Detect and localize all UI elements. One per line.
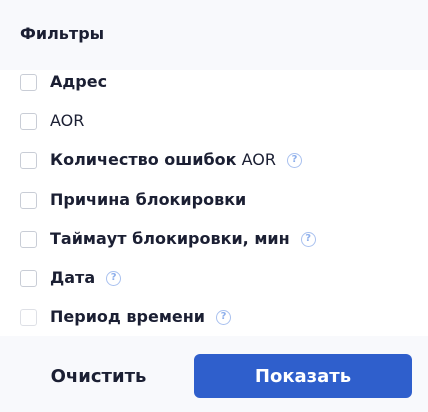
filter-row-time-period[interactable]: Период времени ? [0,305,428,329]
filter-row-aor[interactable]: AOR [0,109,428,133]
filter-row-block-reason[interactable]: Причина блокировки [0,188,428,212]
checkbox[interactable] [20,230,37,248]
checkbox[interactable] [20,151,37,169]
filter-label: AOR [50,111,84,131]
filter-label-bold: Дата [50,268,96,287]
help-icon[interactable]: ? [106,270,122,286]
filter-label: Таймаут блокировки, мин ? [50,229,316,249]
filter-row-address[interactable]: Адрес [0,70,428,94]
filter-label: Дата ? [50,268,122,288]
help-icon[interactable]: ? [300,231,316,247]
show-button[interactable]: Показать [194,354,412,398]
filter-label-bold: Период времени [50,307,206,326]
filter-label-bold: Причина блокировки [50,190,247,209]
filter-row-error-count[interactable]: Количество ошибок AOR ? [0,148,428,172]
filters-panel: Фильтры Адрес AOR Количество ошибок AOR … [0,0,428,412]
filter-label: Причина блокировки [50,190,246,210]
checkbox[interactable] [20,269,37,287]
checkbox[interactable] [20,191,37,209]
filter-label: Период времени ? [50,307,232,327]
filter-row-date[interactable]: Дата ? [0,266,428,290]
checkbox[interactable] [20,112,37,130]
panel-title: Фильтры [20,24,105,43]
filter-list[interactable]: Адрес AOR Количество ошибок AOR ? Причин… [0,70,428,336]
filter-label-plain: AOR [50,111,85,130]
clear-button[interactable]: Очистить [28,354,169,398]
filter-label: Количество ошибок AOR ? [50,150,302,170]
filter-label-bold: Адрес [50,72,108,91]
help-icon[interactable]: ? [286,152,302,168]
checkbox[interactable] [20,308,37,326]
filter-label-bold: Количество ошибок [50,150,237,169]
panel-header: Фильтры [0,0,428,70]
help-icon[interactable]: ? [216,309,232,325]
filter-label: Адрес [50,72,107,92]
filter-row-block-timeout[interactable]: Таймаут блокировки, мин ? [0,227,428,251]
checkbox[interactable] [20,73,37,91]
filter-label-plain: AOR [241,150,276,169]
panel-footer: Очистить Показать [0,336,428,412]
filter-label-bold: Таймаут блокировки, мин [50,229,290,248]
